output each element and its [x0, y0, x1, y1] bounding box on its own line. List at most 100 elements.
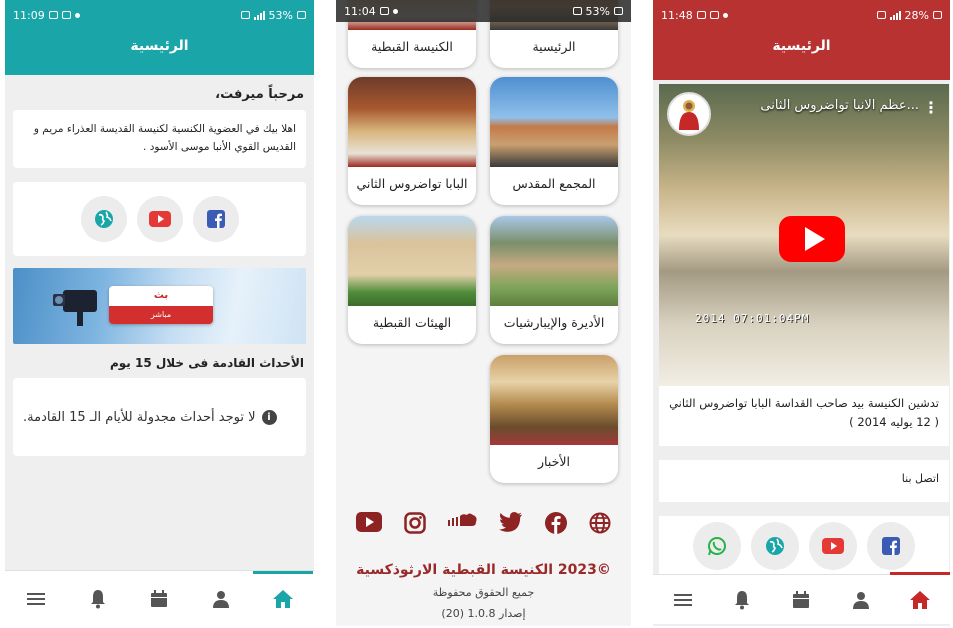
app-header: 11:09 53% الرئيسية — [5, 0, 314, 75]
tile-label: البابا تواضروس الثاني — [356, 176, 468, 191]
video-player[interactable]: ...عظم الانبا تواضروس الثانى ⋮ 2014 07:0… — [659, 84, 949, 386]
live-subtitle: مباشر — [109, 306, 213, 324]
nav-notifications[interactable] — [78, 579, 118, 619]
tile-holy-synod[interactable]: المجمع المقدس — [490, 77, 618, 205]
instagram-icon[interactable] — [404, 512, 426, 534]
bottom-navigation — [5, 570, 314, 626]
tile-pope[interactable]: البابا تواضروس الثاني — [348, 77, 476, 205]
video-title: ...عظم الانبا تواضروس الثانى — [760, 98, 919, 113]
social-links-row — [356, 512, 611, 534]
tile-monasteries[interactable]: الأديرة والإيبارشيات — [490, 216, 618, 344]
tile-news[interactable]: الأخبار — [490, 355, 618, 483]
rights-text: جميع الحقوق محفوظة — [432, 586, 535, 599]
bell-icon — [735, 590, 750, 609]
battery-percent: 53% — [268, 8, 293, 22]
alarm-icon — [240, 11, 250, 19]
soundcloud-icon[interactable] — [447, 512, 478, 528]
youtube-icon — [822, 538, 844, 554]
menu-icon — [673, 593, 692, 606]
tile-label: الكنيسة القبطية — [371, 39, 453, 54]
more-vert-icon[interactable]: ⋮ — [923, 98, 939, 117]
signal-icon — [889, 10, 901, 20]
nav-home[interactable] — [890, 571, 950, 620]
globe-icon — [766, 537, 784, 555]
person-icon — [852, 591, 869, 609]
calendar-icon — [793, 590, 810, 608]
video-description: تدشين الكنيسة بيد صاحب القداسة البابا تو… — [659, 386, 949, 446]
alarm-icon — [876, 11, 886, 19]
tile-label: المجمع المقدس — [512, 176, 596, 191]
video-timestamp: 2014 07:01:04PM — [695, 312, 810, 325]
youtube-button[interactable] — [809, 522, 857, 570]
battery-percent: 53% — [585, 4, 610, 18]
saint-icon — [679, 100, 699, 130]
facebook-button[interactable] — [192, 196, 239, 242]
twitter-icon[interactable] — [499, 512, 523, 532]
page-title: الرئيسية — [772, 38, 831, 54]
gallery-icon — [709, 11, 719, 19]
notification-icon — [48, 11, 58, 19]
whatsapp-button[interactable] — [693, 522, 741, 570]
nav-notifications[interactable] — [722, 580, 762, 620]
camera-icon — [53, 290, 97, 326]
status-bar: 11:48 28% — [653, 0, 950, 30]
tile-label: الرئيسية — [532, 39, 576, 54]
youtube-icon[interactable] — [356, 512, 382, 532]
events-card: لا توجد أحداث مجدولة للأيام الـ 15 القاد… — [13, 378, 306, 456]
play-button[interactable] — [779, 216, 845, 262]
events-heading: الأحداث القادمة فى خلال 15 يوم — [109, 356, 304, 370]
status-time: 11:48 — [661, 8, 693, 22]
website-button[interactable] — [751, 522, 799, 570]
nav-profile[interactable] — [201, 579, 241, 619]
page-title: الرئيسية — [130, 38, 189, 54]
facebook-icon[interactable] — [545, 512, 568, 534]
status-time: 11:04 — [344, 4, 376, 18]
whatsapp-icon — [708, 537, 726, 556]
version-text: إصدار 1.0.8 (20) — [441, 607, 526, 620]
calendar-icon — [151, 589, 168, 607]
nav-menu[interactable] — [663, 580, 703, 620]
notification-icon — [379, 7, 389, 15]
social-links-card — [659, 516, 949, 576]
contact-us-item[interactable]: اتصل بنا — [659, 460, 949, 502]
tile-label: الأخبار — [538, 454, 570, 469]
greeting-text: مرحباً ميرفت، — [215, 87, 304, 102]
person-icon — [213, 590, 230, 608]
bottom-navigation — [653, 571, 950, 624]
nav-home[interactable] — [253, 570, 314, 619]
nav-calendar[interactable] — [139, 579, 179, 619]
menu-icon — [26, 592, 45, 605]
tile-image — [348, 77, 476, 167]
globe-icon — [94, 210, 113, 228]
channel-avatar[interactable] — [667, 92, 711, 136]
facebook-icon — [206, 210, 225, 228]
status-bar: 11:09 53% — [5, 0, 314, 30]
battery-icon — [614, 7, 623, 15]
tile-coptic-bodies[interactable]: الهيئات القبطية — [348, 216, 476, 344]
nav-calendar[interactable] — [781, 580, 821, 620]
status-time: 11:09 — [13, 8, 45, 22]
facebook-icon — [882, 537, 900, 555]
youtube-icon — [148, 211, 171, 227]
gallery-icon — [61, 11, 71, 19]
globe-icon[interactable] — [589, 512, 611, 534]
nav-profile[interactable] — [841, 580, 881, 620]
tile-image — [348, 216, 476, 306]
facebook-button[interactable] — [867, 522, 915, 570]
live-button[interactable]: بث مباشر — [109, 286, 213, 324]
copyright-text: ©2023 الكنيسة القبطية الارثوذكسية — [356, 562, 611, 578]
app-header: 11:48 28% الرئيسية — [653, 0, 950, 80]
live-stream-banner[interactable]: بث مباشر — [13, 268, 306, 344]
battery-icon — [297, 11, 306, 19]
screen-home-red: 11:48 28% الرئيسية ...عظم الانبا تواضروس… — [653, 0, 950, 626]
tile-image — [490, 355, 618, 445]
nav-menu[interactable] — [16, 579, 56, 619]
screen-home-teal: 11:09 53% الرئيسية مرحباً ميرفت، اهلا بي… — [5, 0, 314, 626]
notification-icon — [696, 11, 706, 19]
youtube-button[interactable] — [136, 196, 183, 242]
battery-percent: 28% — [904, 8, 929, 22]
website-button[interactable] — [80, 196, 127, 242]
tile-image — [490, 216, 618, 306]
dot-icon — [722, 12, 728, 18]
welcome-card: اهلا بيك في العضوية الكنسية لكنيسة القدي… — [13, 110, 306, 168]
